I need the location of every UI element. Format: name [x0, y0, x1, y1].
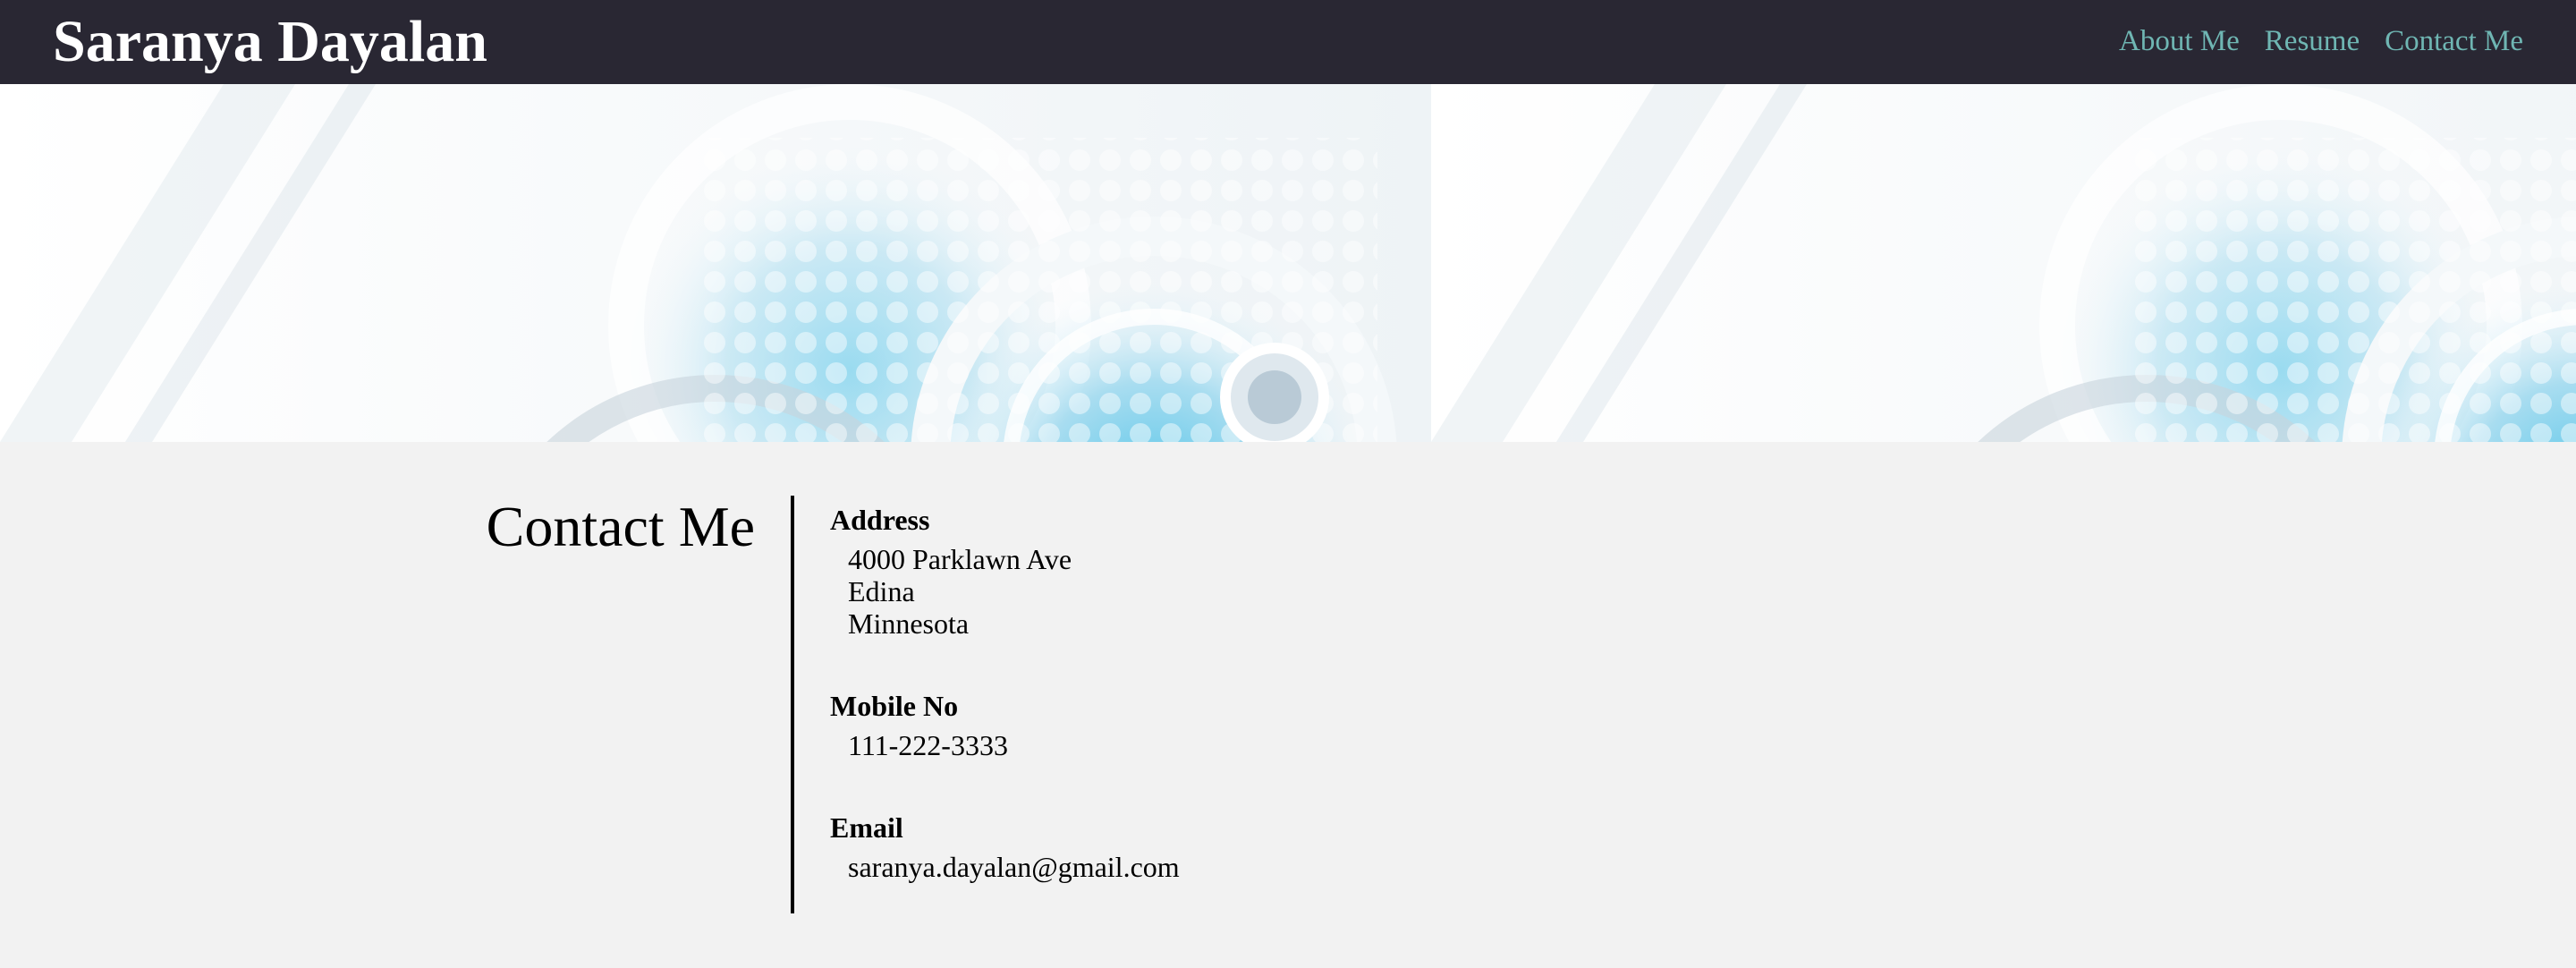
email-value: saranya.dayalan@gmail.com: [848, 851, 1180, 883]
hero-banner-image: [0, 84, 2576, 442]
hero-banner: [0, 84, 2576, 442]
contact-details: Address 4000 Parklawn Ave Edina Minnesot…: [830, 502, 1635, 931]
top-navbar: Saranya Dayalan About Me Resume Contact …: [0, 0, 2576, 84]
mobile-value: 111-222-3333: [848, 729, 1008, 761]
site-title[interactable]: Saranya Dayalan: [53, 7, 487, 77]
mobile-group: Mobile No 111-222-3333: [830, 688, 1635, 761]
vertical-divider: [791, 496, 794, 913]
contact-heading: Contact Me: [486, 495, 755, 558]
email-label: Email: [830, 811, 903, 844]
address-line-state: Minnesota: [848, 607, 970, 640]
nav-contact-me-link[interactable]: Contact Me: [2385, 23, 2523, 59]
address-value: 4000 Parklawn Ave Edina Minnesota: [848, 543, 1635, 640]
address-line-street: 4000 Parklawn Ave: [848, 543, 1072, 575]
address-line-city: Edina: [848, 575, 915, 607]
mobile-label: Mobile No: [830, 690, 959, 722]
nav-about-me-link[interactable]: About Me: [2119, 23, 2240, 59]
address-label: Address: [830, 504, 930, 536]
address-group: Address 4000 Parklawn Ave Edina Minnesot…: [830, 502, 1635, 640]
email-group: Email saranya.dayalan@gmail.com: [830, 810, 1635, 883]
nav-resume-link[interactable]: Resume: [2265, 23, 2360, 59]
nav-links: About Me Resume Contact Me: [2119, 23, 2523, 59]
